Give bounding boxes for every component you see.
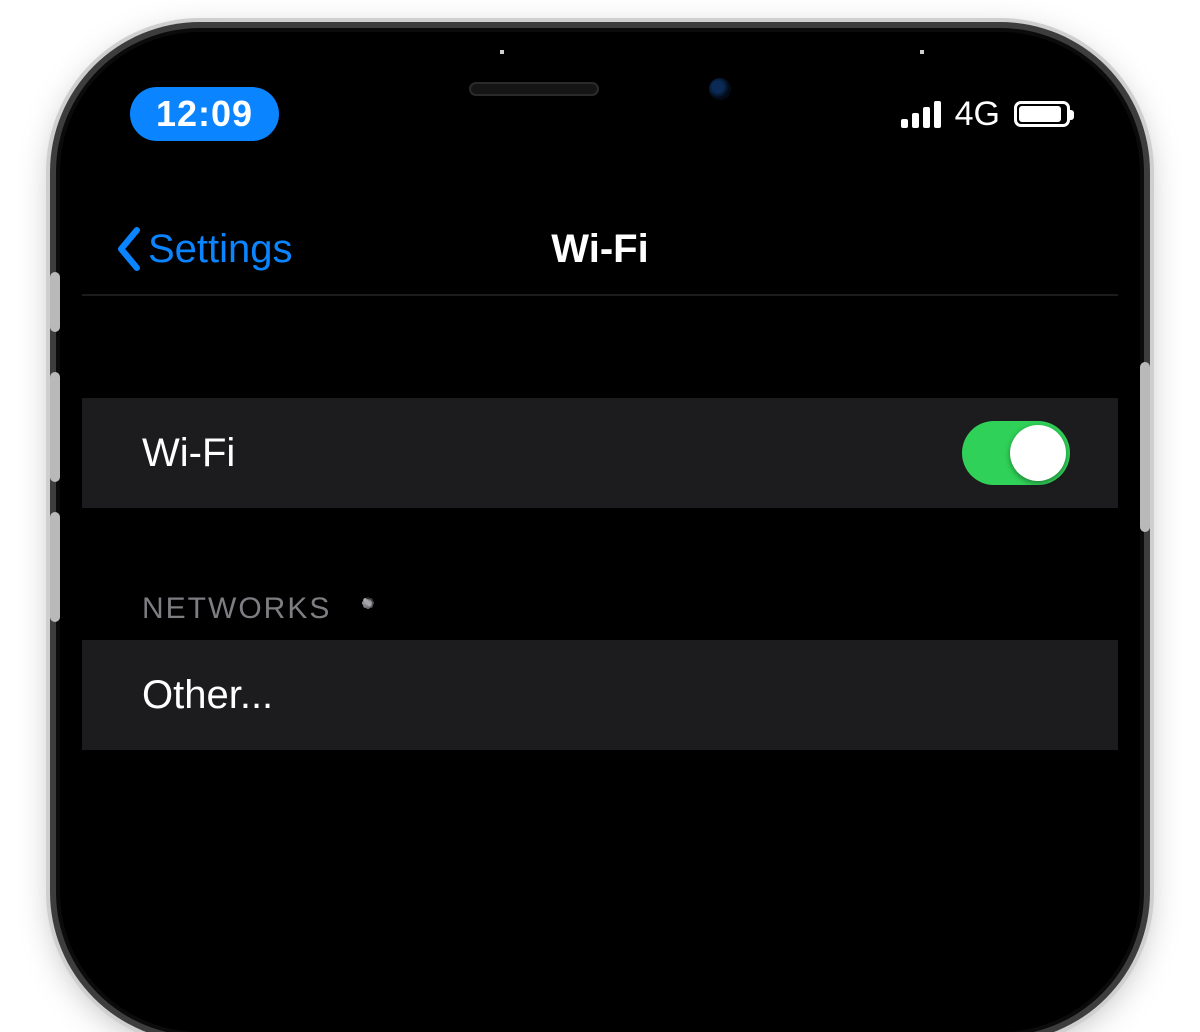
phone-frame: 12:09 4G Settings Wi-Fi: [60, 32, 1140, 1032]
wifi-toggle-row: Wi-Fi: [82, 398, 1118, 508]
network-type-label: 4G: [955, 95, 1000, 134]
speaker-grille: [469, 82, 599, 96]
navigation-bar: Settings Wi-Fi: [82, 204, 1118, 296]
notch: [385, 54, 815, 124]
front-camera: [709, 78, 731, 100]
status-right-cluster: 4G: [901, 95, 1070, 134]
status-time-pill[interactable]: 12:09: [130, 87, 279, 141]
back-button[interactable]: Settings: [82, 227, 293, 272]
wifi-toggle-label: Wi-Fi: [142, 431, 235, 476]
loading-spinner-icon: [349, 592, 383, 626]
battery-icon: [1014, 101, 1070, 127]
networks-header-label: NETWORKS: [142, 592, 331, 626]
power-button: [1140, 362, 1150, 532]
settings-content: Wi-Fi NETWORKS Other...: [82, 314, 1118, 750]
chevron-left-icon: [116, 227, 142, 271]
mute-switch: [50, 272, 60, 332]
other-network-label: Other...: [142, 673, 273, 718]
volume-up-button: [50, 372, 60, 482]
screen: 12:09 4G Settings Wi-Fi: [82, 54, 1118, 1010]
volume-down-button: [50, 512, 60, 622]
other-network-row[interactable]: Other...: [82, 640, 1118, 750]
networks-section-header: NETWORKS: [82, 592, 1118, 640]
wifi-toggle-switch[interactable]: [962, 421, 1070, 485]
cellular-signal-icon: [901, 100, 941, 128]
toggle-knob: [1010, 425, 1066, 481]
back-button-label: Settings: [148, 227, 293, 272]
